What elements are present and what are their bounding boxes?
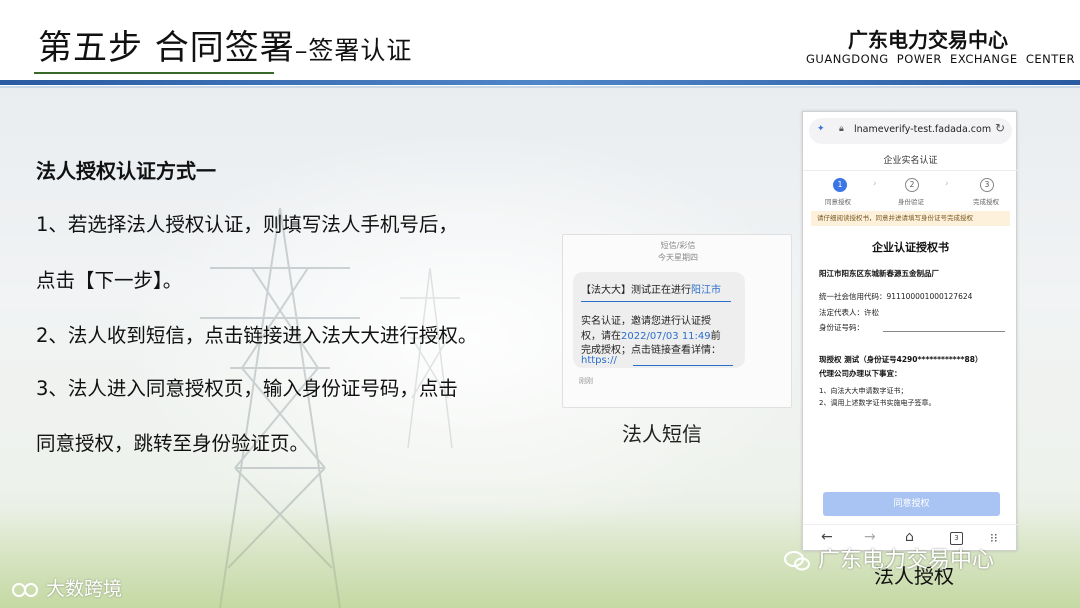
sms-line-4: 完成授权；点击链接查看详情： (581, 345, 721, 356)
slide-header: 第五步 合同签署–签署认证 广东电力交易中心 GUANGDONG POWER E… (0, 0, 1080, 82)
step-1-circle: 1 (833, 178, 847, 192)
instruction-line-4: 3、法人进入同意授权页，输入身份证号码，点击 (36, 377, 458, 400)
slide-title: 第五步 合同签署–签署认证 (38, 20, 412, 69)
chevron-right-icon: › (873, 179, 877, 189)
lock-icon: 🔒︎ (839, 124, 844, 134)
sms-city-link[interactable]: 阳江市 (691, 285, 721, 296)
title-main-text: 第五步 合同签署 (38, 28, 295, 68)
reload-icon[interactable]: ↻ (995, 121, 1005, 135)
sms-date-label: 今天星期四 (658, 253, 698, 262)
id-number-label: 身份证号码： (819, 323, 864, 332)
step-2-circle: 2 (905, 178, 919, 192)
sms-link-underline (581, 301, 731, 302)
credit-code: 统一社会信用代码：91110000100012762​4 (819, 292, 973, 301)
legal-representative: 法定代表人：许松 (819, 308, 879, 317)
chevron-right-icon: › (945, 179, 949, 189)
sms-line-2: 实名认证，邀请您进行认证授 (581, 316, 711, 327)
step-3-circle: 3 (980, 178, 994, 192)
header-divider-bar (0, 80, 1080, 85)
sparkle-icon: ✦ (817, 124, 825, 134)
watermark-left: 大数跨境 (10, 574, 122, 602)
step-2-label: 身份验证 (898, 198, 924, 206)
authorization-statement: 现授权 测试（身份证号4290************88） (819, 355, 983, 364)
title-sub-text: –签署认证 (294, 36, 413, 65)
wechat-icon (784, 551, 810, 571)
authorization-item-1: 1、向法大大申请数字证书； (819, 387, 908, 395)
watermark-right: 广东电力交易中心 (782, 542, 994, 574)
authorization-scope-heading: 代理公司办理以下事宜： (819, 369, 902, 378)
phone-screenshot: ✦ 🔒︎ lnameverify-test.fadada.com ↻ 企业实名认… (802, 111, 1018, 551)
power-tower-distant (400, 268, 460, 448)
step-1-label: 同意授权 (825, 198, 851, 206)
authorization-item-2: 2、调用上述数字证书实施电子签章。 (819, 399, 936, 407)
phone-notice-banner: 请仔细阅读授权书，同意并进请填写身份证号完成授权 (811, 211, 1010, 226)
phone-title-divider (803, 170, 1018, 171)
org-name-en: GUANGDONG POWER EXCHANGE CENTER (806, 52, 1076, 66)
authorization-doc-title: 企业认证授权书 (872, 241, 949, 254)
sms-line-1-text: 【法大大】测试正在进行 (581, 285, 691, 296)
phone-page-title: 企业实名认证 (883, 156, 938, 166)
instruction-line-3: 2、法人收到短信，点击链接进入法大大进行授权。 (36, 324, 478, 347)
section-heading: 法人授权认证方式一 (36, 159, 216, 183)
sms-screenshot: 短信/彩信 今天星期四 【法大大】测试正在进行阳江市 实名认证，邀请您进行认证授… (562, 234, 792, 408)
sms-caption: 法人短信 (622, 422, 702, 446)
sms-type-label: 短信/彩信 (660, 241, 696, 250)
sms-auth-link-underline (633, 365, 733, 366)
step-3-label: 完成授权 (973, 198, 999, 206)
watermark-right-text: 广东电力交易中心 (818, 548, 995, 573)
instruction-line-2: 点击【下一步】。 (36, 269, 183, 292)
instruction-line-5: 同意授权，跳转至身份验证页。 (36, 432, 310, 455)
sms-timestamp: 刚刚 (579, 377, 593, 385)
sms-auth-link[interactable]: https:// (581, 355, 617, 366)
sms-line-1: 【法大大】测试正在进行阳江市 (581, 281, 721, 296)
company-name: 阳江市阳东区东城新春源五金制品厂 (819, 269, 939, 278)
agree-authorization-button[interactable]: 同意授权 (823, 492, 1000, 516)
title-underline (34, 72, 274, 74)
browser-url[interactable]: lnameverify-test.fadada.com (854, 124, 991, 135)
brand-logo-icon (12, 582, 38, 597)
watermark-left-text: 大数跨境 (46, 578, 123, 600)
org-name-cn: 广东电力交易中心 (848, 28, 1008, 52)
instruction-line-1: 1、若选择法人授权认证，则填写法人手机号后， (36, 213, 458, 236)
id-number-input[interactable] (883, 331, 1005, 332)
sms-line-3: 权，请在2022/07/03 11:49前 (581, 327, 721, 342)
